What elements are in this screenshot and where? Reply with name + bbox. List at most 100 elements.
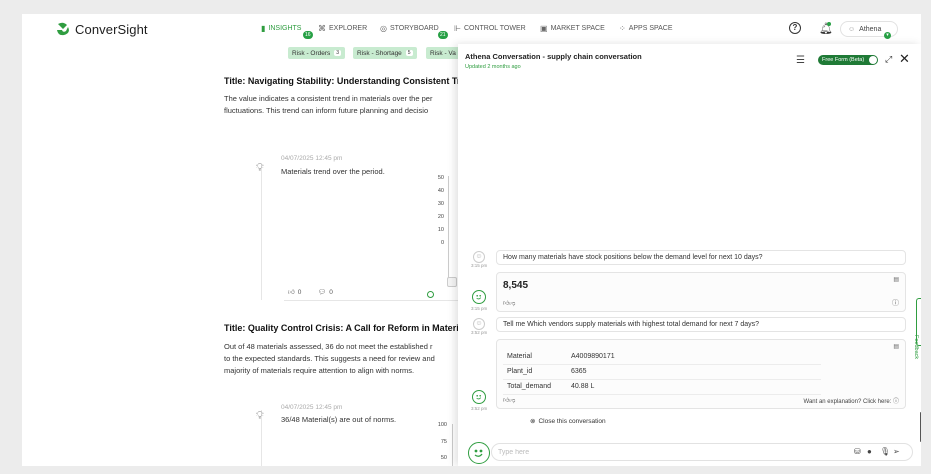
feedback-thumbs-icon[interactable]: 👍︎👎︎: [503, 299, 515, 307]
sliders-icon[interactable]: ☰: [796, 55, 805, 66]
user-message: How many materials have stock positions …: [496, 250, 906, 265]
chart-axis: [448, 176, 449, 286]
nav-explorer[interactable]: ⌘ EXPLORER: [318, 24, 367, 33]
close-icon[interactable]: ✕: [899, 51, 910, 67]
database-icon[interactable]: ▤: [893, 343, 899, 350]
nav-apps-space[interactable]: ⁘ APPS SPACE: [619, 24, 673, 33]
card-summary: Materials trend over the period.: [281, 167, 385, 176]
comment-count: 0: [329, 288, 333, 296]
toggle-knob: [869, 56, 877, 64]
nav-label: CONTROL TOWER: [463, 25, 526, 32]
binoculars-icon: ⌘: [318, 24, 326, 33]
notification-dot: [827, 22, 831, 26]
insight-title: Title: Quality Control Crisis: A Call fo…: [224, 323, 467, 333]
message-time: 3:52 pm: [471, 406, 488, 411]
conversight-logo-icon: [57, 22, 69, 36]
card-timestamp: 04/07/2025 12:45 pm: [281, 155, 343, 162]
feedback-thumbs-icon[interactable]: 👍︎👎︎: [503, 396, 515, 404]
nav-label: APPS SPACE: [628, 25, 673, 32]
storyboard-badge: 21: [438, 31, 448, 39]
table-value: A4009890171: [567, 349, 821, 365]
y-tick-label: 50: [437, 175, 444, 181]
chip-risk-shortage[interactable]: Risk - Shortage 5: [353, 47, 417, 59]
nav-label: EXPLORER: [329, 25, 368, 32]
send-icon[interactable]: ➢: [893, 447, 900, 456]
table-value: 40.88 L: [567, 379, 821, 395]
y-tick-label: 10: [437, 227, 444, 233]
table-row: Material A4009890171: [503, 349, 821, 365]
y-tick-label: 40: [437, 188, 444, 194]
feedback-tab[interactable]: Feedback: [913, 298, 921, 359]
close-conversation-button[interactable]: ⊗ Close this conversation: [530, 417, 606, 426]
close-conversation-label: Close this conversation: [538, 417, 606, 425]
scrollbar[interactable]: [920, 412, 921, 442]
insight-body-line: majority of materials require attention …: [224, 366, 415, 375]
logo[interactable]: ConverSight: [55, 21, 148, 37]
chip-count: 3: [334, 50, 342, 56]
assistant-bot-icon[interactable]: [468, 442, 490, 464]
app-window: ConverSight ▮ INSIGHTS 16 ⌘ EXPLORER ◎ S…: [22, 14, 921, 466]
chip-risk-orders[interactable]: Risk - Orders 3: [288, 47, 346, 59]
y-tick-label: 20: [437, 214, 444, 220]
chip-label: Risk - Shortage: [357, 49, 402, 57]
help-icon[interactable]: ?: [789, 22, 801, 34]
apps-grid-icon: ⁘: [619, 24, 626, 33]
info-icon[interactable]: [427, 291, 434, 298]
microphone-icon[interactable]: 🎙︎: [880, 447, 890, 456]
insights-badge: 16: [303, 31, 313, 39]
nav-storyboard[interactable]: ◎ STORYBOARD: [380, 24, 439, 33]
user-message: Tell me Which vendors supply materials w…: [496, 317, 906, 332]
insight-body: The value indicates a consistent trend i…: [224, 93, 469, 117]
like-button[interactable]: 👍︎ 0: [288, 288, 301, 297]
thumbs-up-icon: 👍︎: [288, 289, 295, 296]
chip-label: Risk - Va: [430, 49, 456, 57]
table-key: Total_demand: [503, 379, 567, 395]
chart-thumbnail[interactable]: [447, 277, 457, 287]
y-tick-label: 75: [440, 439, 447, 445]
y-tick-label: 100: [437, 422, 447, 428]
insight-body: Out of 48 materials assessed, 36 do not …: [224, 341, 469, 377]
answer-table: Material A4009890171 Plant_id 6365 Total…: [503, 349, 821, 395]
bot-avatar-icon: [472, 390, 486, 404]
user-avatar-icon: ☺: [473, 318, 485, 330]
storyboard-icon: ◎: [380, 24, 387, 33]
bot-message: ▤ 8,545 👍︎👎︎ ⓘ: [496, 272, 906, 312]
database-icon[interactable]: ⛁: [854, 447, 861, 456]
chip-label: Risk - Orders: [292, 49, 331, 57]
chat-input[interactable]: [498, 447, 828, 458]
comment-icon: 💬︎: [318, 289, 327, 296]
y-tick-label: 30: [437, 201, 444, 207]
user-avatar-icon: ☺: [473, 251, 485, 263]
chip-risk-value[interactable]: Risk - Va: [426, 47, 460, 59]
table-row: Plant_id 6365: [503, 364, 821, 380]
explain-link[interactable]: Want an explanation? Click here: ⓘ: [804, 396, 900, 405]
database-icon[interactable]: ▤: [893, 276, 899, 283]
brand-name: ConverSight: [75, 21, 148, 37]
timeline-line: [261, 164, 262, 300]
help-bubble-icon[interactable]: ●: [867, 447, 872, 456]
explain-text: Want an explanation? Click here:: [803, 399, 892, 405]
message-time: 3:52 pm: [471, 330, 488, 335]
info-icon[interactable]: ⓘ: [892, 298, 899, 308]
panel-updated: Updated 2 months ago: [465, 64, 521, 70]
card-divider: [284, 300, 459, 301]
nav-label: INSIGHTS: [268, 25, 302, 32]
feedback-label: Feedback: [913, 335, 919, 360]
expand-icon[interactable]: ⤢: [885, 54, 892, 65]
panel-title: Athena Conversation - supply chain conve…: [465, 52, 642, 61]
comment-button[interactable]: 💬︎ 0: [318, 288, 333, 297]
close-circle-icon: ⊗: [530, 418, 536, 425]
insight-title: Title: Navigating Stability: Understandi…: [224, 76, 466, 86]
lightbulb-icon: 💡︎: [256, 162, 264, 174]
free-form-toggle[interactable]: Free Form (Beta): [818, 55, 878, 65]
chevron-down-icon[interactable]: ▾: [884, 32, 891, 39]
tower-icon: ⊩: [454, 24, 461, 33]
y-tick-label: 0: [440, 240, 444, 246]
user-name: Athena: [859, 25, 882, 33]
answer-value: 8,545: [503, 280, 529, 291]
bot-avatar-icon: [472, 290, 486, 304]
nav-control-tower[interactable]: ⊩ CONTROL TOWER: [454, 24, 526, 33]
insight-body-line: The value indicates a consistent trend i…: [224, 94, 433, 103]
nav-insights[interactable]: ▮ INSIGHTS: [261, 24, 301, 33]
nav-market-space[interactable]: ▣ MARKET SPACE: [540, 24, 605, 33]
